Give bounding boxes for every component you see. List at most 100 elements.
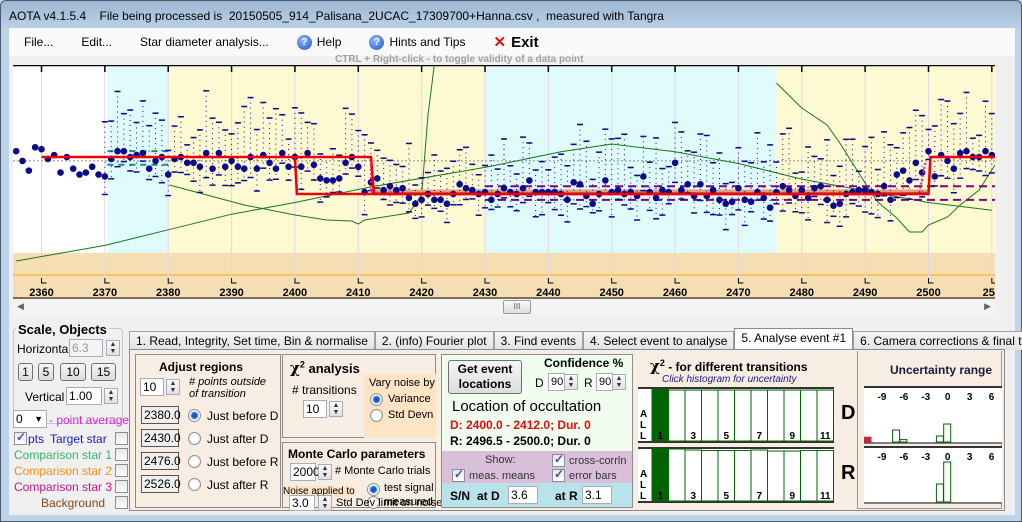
std-devn-radio[interactable] [370, 409, 383, 422]
confidence-r-spinner[interactable]: ▲ ▼ [612, 374, 626, 390]
region-test-region-R [776, 65, 995, 253]
data-point [76, 171, 83, 178]
menu-exit-label: Exit [511, 33, 539, 51]
monte-carlo-trials-input[interactable]: 2000 [290, 463, 320, 481]
variance-radio[interactable] [370, 393, 383, 406]
std-dev-limit-spinner[interactable]: ▲ ▼ [318, 495, 332, 511]
points-outside-label-2: of transition [189, 388, 246, 400]
comparison-star-3-checkbox[interactable] [115, 480, 128, 493]
points-outside-input[interactable]: 10 [140, 378, 164, 396]
all-label-char: A [640, 409, 647, 420]
tab-analyse-event[interactable]: 5. Analyse event #1 [734, 328, 854, 351]
menu-file[interactable]: File... [9, 28, 67, 56]
tab-find-events[interactable]: 3. Find events [493, 331, 583, 350]
cross-corrln-label: cross-corrln [569, 455, 627, 467]
data-point [304, 149, 311, 157]
tab-read-integrity[interactable]: 1. Read, Integrity, Set time, Bin & norm… [129, 331, 375, 350]
just-after-d-radio[interactable] [188, 432, 201, 445]
data-point [272, 165, 280, 172]
error-bars-checkbox[interactable] [552, 467, 565, 482]
confidence-d-input[interactable]: 90 [548, 373, 565, 391]
uncertainty-histogram-r[interactable]: -9-6-30369 [864, 446, 1002, 504]
vertical-scale-spinner[interactable]: ▲ ▼ [104, 388, 118, 404]
data-point [944, 157, 951, 165]
data-point [899, 167, 907, 174]
test-signal-radio[interactable] [367, 483, 380, 496]
chi2-bin-label: 5 [723, 431, 729, 442]
menu-help-label: Help [316, 35, 342, 49]
horizontal-scale-input[interactable]: 6.3 [69, 339, 103, 357]
chi2-bar [668, 448, 686, 502]
transitions-spinner[interactable]: ▲ ▼ [329, 401, 343, 417]
confidence-label: Confidence % [544, 356, 624, 370]
confidence-r-input[interactable]: 90 [596, 373, 613, 391]
data-point [380, 186, 387, 194]
scroll-thumb[interactable]: III [503, 300, 531, 314]
data-point [817, 182, 825, 190]
chi2-histogram-r[interactable]: ALL 1 3 5 7 9 11 [638, 447, 834, 503]
background-checkbox[interactable] [115, 496, 128, 509]
target-star-label: Target star [50, 432, 107, 446]
just-before-d-radio[interactable] [188, 409, 201, 422]
tab-fourier[interactable]: 2. (info) Fourier plot [374, 331, 494, 350]
target-pts-checkbox[interactable] [14, 430, 27, 445]
tab-camera-corrections[interactable]: 6. Camera corrections & final times Even… [853, 331, 1022, 350]
light-curve-chart[interactable]: 2360 2370 2380 2390 2400 2410 2420 2430 2440 2450… [13, 65, 995, 299]
data-point [469, 186, 476, 194]
just-before-r-radio[interactable] [188, 455, 201, 468]
data-point [811, 184, 818, 192]
comparison-star-2-checkbox[interactable] [115, 464, 128, 477]
chi2-analysis-title: χ2 analysis [290, 359, 360, 377]
just-after-r-radio[interactable] [188, 478, 201, 491]
data-point [747, 198, 755, 206]
data-point [716, 196, 723, 204]
vertical-scale-input[interactable]: 1.00 [66, 387, 102, 405]
scroll-left-arrow-icon[interactable]: ◀ [17, 301, 24, 312]
tab-select-event[interactable]: 4. Select event to analyse [582, 331, 735, 350]
scale-button-10[interactable]: 10 [60, 363, 86, 381]
monte-carlo-trials-spinner[interactable]: ▲ ▼ [318, 464, 332, 480]
menu-edit[interactable]: Edit... [67, 28, 126, 56]
r-result: R: 2496.5 - 2500.0; Dur. 0 [450, 434, 591, 448]
chi2-bin-label: 1 [657, 491, 663, 502]
tab-strip: 1. Read, Integrity, Set time, Bin & norm… [129, 328, 1022, 351]
data-point [152, 157, 159, 165]
cross-corrln-checkbox[interactable] [552, 452, 565, 467]
meas-means-checkbox[interactable] [452, 467, 465, 482]
data-point [741, 196, 749, 204]
horizontal-scale-spinner[interactable]: ▲ ▼ [106, 340, 120, 356]
data-point [399, 184, 406, 192]
light-curve-svg[interactable]: 2360 2370 2380 2390 2400 2410 2420 2430 2440 2450… [13, 65, 995, 299]
monte-carlo-trials-label: # Monte Carlo trials [335, 465, 431, 477]
chi2-bar [767, 450, 785, 502]
data-point [392, 186, 400, 194]
menu-hints-label: Hints and Tips [389, 35, 466, 49]
point-average-select[interactable]: 0 ▼ [13, 410, 47, 428]
transitions-input[interactable]: 10 [303, 400, 327, 418]
scroll-right-arrow-icon[interactable]: ▶ [984, 301, 991, 312]
get-event-locations-button[interactable]: Get event locations [448, 360, 522, 394]
uncertainty-histogram-d[interactable]: -9-6-30369 [864, 386, 1002, 444]
scale-button-15[interactable]: 15 [91, 363, 116, 381]
target-star-checkbox[interactable] [115, 432, 128, 445]
window-title: AOTA v4.1.5.4 File being processed is 20… [9, 9, 664, 23]
vertical-label: Vertical [25, 390, 65, 404]
std-dev-limit-input[interactable]: 3.0 [289, 495, 315, 511]
chi2-bin-label: 3 [690, 431, 696, 442]
chi2-histogram-d[interactable]: ALL 1 3 5 7 9 11 [638, 387, 834, 443]
scale-button-1[interactable]: 1 [18, 363, 33, 381]
menu-help[interactable]: ? Help [283, 28, 356, 56]
scale-button-5[interactable]: 5 [38, 363, 54, 381]
menu-hints[interactable]: ? Hints and Tips [355, 28, 479, 56]
data-point [659, 186, 666, 194]
just-after-d-label: Just after D [207, 432, 269, 446]
menu-star-diameter-label: Star diameter analysis... [140, 35, 269, 49]
confidence-d-spinner[interactable]: ▲ ▼ [564, 374, 578, 390]
comparison-star-1-checkbox[interactable] [115, 448, 128, 461]
chi2-r-label: R [841, 462, 856, 484]
menu-star-diameter[interactable]: Star diameter analysis... [126, 28, 283, 56]
data-point [120, 147, 128, 155]
menu-exit[interactable]: ✕ Exit [479, 28, 552, 56]
points-outside-spinner[interactable]: ▲ ▼ [166, 379, 180, 395]
chart-horizontal-scrollbar[interactable]: ◀ III ▶ [13, 299, 995, 315]
